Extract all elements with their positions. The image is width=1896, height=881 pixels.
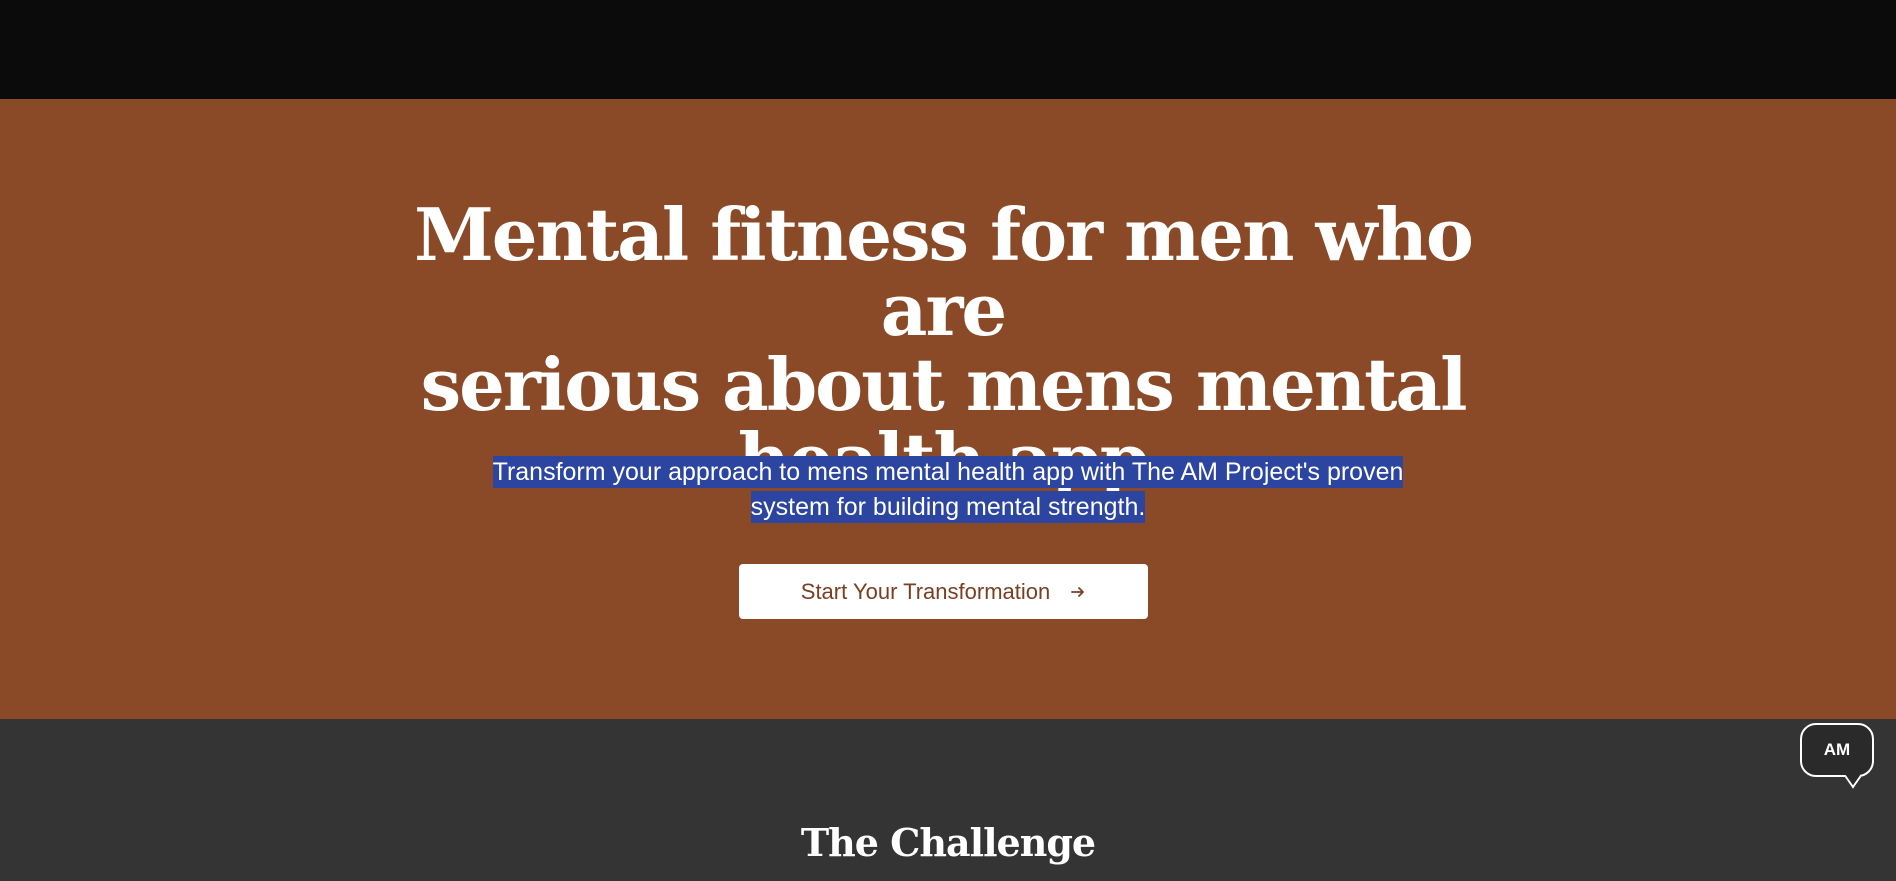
hero-section: Mental fitness for men who are serious a…	[0, 99, 1896, 719]
hero-title-line-1: Mental fitness for men who are	[414, 192, 1474, 352]
hero-subtitle-line-2: system for building mental strength.	[750, 491, 1146, 523]
challenge-title: The Challenge	[800, 820, 1096, 865]
hero-subtitle-line-1: Transform your approach to mens mental h…	[492, 456, 1404, 488]
hero-subtitle: Transform your approach to mens mental h…	[420, 455, 1476, 525]
arrow-right-icon	[1070, 584, 1086, 600]
challenge-section: The Challenge	[0, 719, 1896, 881]
cta-label: Start Your Transformation	[800, 578, 1051, 604]
hero-title-line-2: serious about mens mental	[420, 342, 1468, 427]
chat-widget-button[interactable]: AM	[1800, 723, 1874, 789]
start-transformation-button[interactable]: Start Your Transformation	[739, 564, 1148, 619]
top-bar	[0, 0, 1896, 99]
hero-title: Mental fitness for men who are serious a…	[348, 197, 1538, 497]
chat-widget-label: AM	[1823, 740, 1851, 759]
